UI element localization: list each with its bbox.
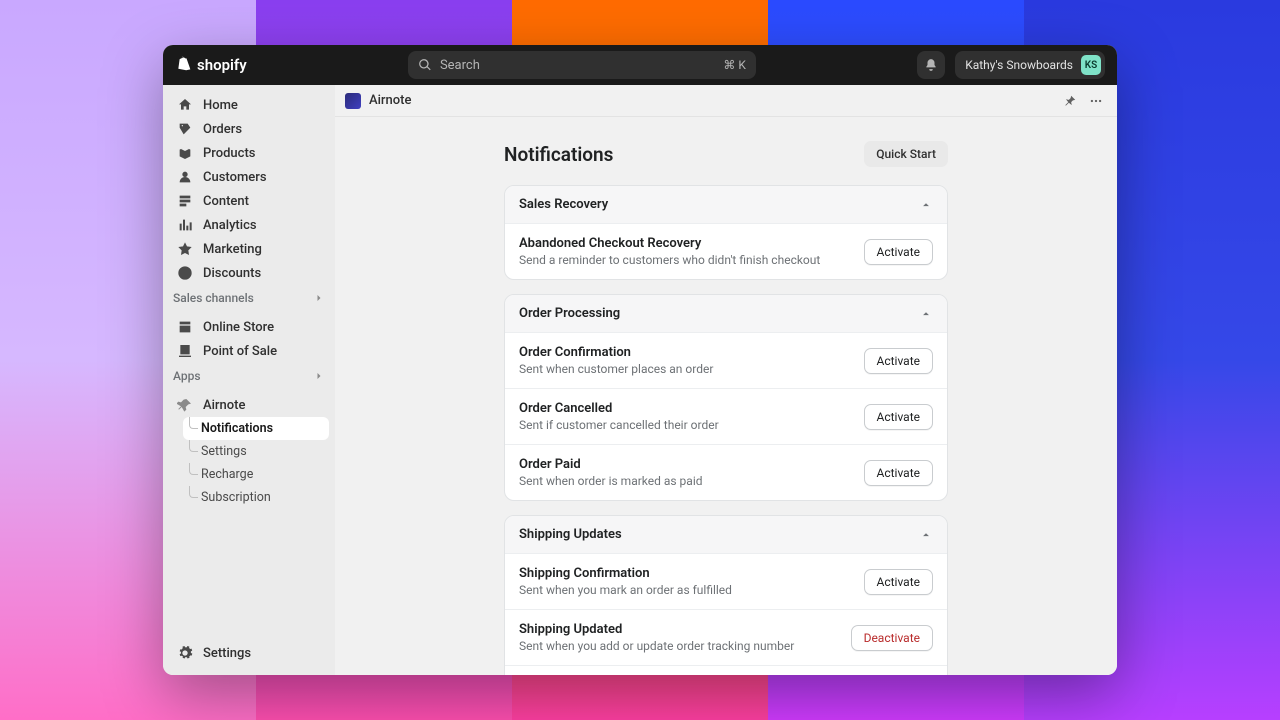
row-desc: Sent when order is marked as paid: [519, 474, 703, 488]
store-switcher[interactable]: Kathy's Snowboards KS: [955, 51, 1105, 79]
more-menu-button[interactable]: [1085, 90, 1107, 112]
notifications-bell[interactable]: [917, 51, 945, 79]
sidebar-item-analytics[interactable]: Analytics: [169, 213, 329, 237]
app-name: Airnote: [369, 93, 411, 108]
app-icon: [345, 93, 361, 109]
chevron-right-icon: [313, 370, 325, 382]
app-window: shopify Search ⌘ K Kathy's Snowboards KS…: [163, 45, 1117, 675]
topbar: shopify Search ⌘ K Kathy's Snowboards KS: [163, 45, 1117, 85]
row-desc: Send a reminder to customers who didn't …: [519, 253, 820, 267]
nav-icon: [177, 121, 193, 137]
row-desc: Sent when you add or update order tracki…: [519, 639, 794, 653]
dots-horizontal-icon: [1089, 94, 1103, 108]
nav-icon: [177, 217, 193, 233]
sidebar-channel-online-store[interactable]: Online Store: [169, 315, 329, 339]
section-header[interactable]: Sales Recovery: [505, 186, 947, 223]
section-sales-recovery: Sales Recovery Abandoned Checkout Recove…: [504, 185, 948, 280]
nav-icon: [177, 265, 193, 281]
notification-row: Order Paid Sent when order is marked as …: [505, 444, 947, 500]
row-title: Order Cancelled: [519, 401, 719, 416]
row-title: Order Confirmation: [519, 345, 713, 360]
row-title: Shipping Confirmation: [519, 566, 732, 581]
sidebar: HomeOrdersProductsCustomersContentAnalyt…: [163, 85, 335, 675]
section-shipping-updates: Shipping Updates Shipping Confirmation S…: [504, 515, 948, 675]
sidebar-item-products[interactable]: Products: [169, 141, 329, 165]
chevron-up-icon: [919, 198, 933, 212]
row-title: Abandoned Checkout Recovery: [519, 236, 820, 251]
search-placeholder: Search: [440, 58, 480, 73]
chevron-up-icon: [919, 528, 933, 542]
section-header[interactable]: Shipping Updates: [505, 516, 947, 553]
search-icon: [418, 58, 432, 72]
activate-button[interactable]: Activate: [864, 239, 934, 265]
activate-button[interactable]: Activate: [864, 460, 934, 486]
notification-row: Abandoned Checkout Recovery Send a remin…: [505, 223, 947, 279]
nav-icon: [177, 193, 193, 209]
row-title: Shipping Updated: [519, 622, 794, 637]
subnav-subscription[interactable]: Subscription: [183, 486, 329, 509]
quick-start-button[interactable]: Quick Start: [864, 141, 948, 167]
notification-row: Order Cancelled Sent if customer cancell…: [505, 388, 947, 444]
deactivate-button[interactable]: Deactivate: [851, 625, 933, 651]
notification-row: Order Confirmation Sent when customer pl…: [505, 332, 947, 388]
sidebar-settings[interactable]: Settings: [169, 641, 329, 665]
activate-button[interactable]: Activate: [864, 569, 934, 595]
sidebar-item-content[interactable]: Content: [169, 189, 329, 213]
bell-icon: [924, 58, 938, 72]
section-header[interactable]: Order Processing: [505, 295, 947, 332]
nav-icon: [177, 169, 193, 185]
main-area: Airnote Notifications Quick Start: [335, 85, 1117, 675]
search-shortcut: ⌘ K: [723, 58, 746, 72]
channel-icon: [177, 319, 193, 335]
activate-button[interactable]: Activate: [864, 404, 934, 430]
row-desc: Sent when you mark an order as fulfilled: [519, 583, 732, 597]
section-order-processing: Order Processing Order Confirmation Sent…: [504, 294, 948, 501]
channel-icon: [177, 343, 193, 359]
nav-icon: [177, 97, 193, 113]
subnav-settings[interactable]: Settings: [183, 440, 329, 463]
nav-icon: [177, 241, 193, 257]
sidebar-item-home[interactable]: Home: [169, 93, 329, 117]
sidebar-app-airnote[interactable]: Airnote: [169, 393, 329, 417]
apps-header[interactable]: Apps: [163, 367, 335, 385]
sidebar-item-customers[interactable]: Customers: [169, 165, 329, 189]
activate-button[interactable]: Activate: [864, 348, 934, 374]
pin-icon: [177, 397, 193, 413]
chevron-right-icon: [313, 292, 325, 304]
pin-app-button[interactable]: [1059, 90, 1081, 112]
subnav-recharge[interactable]: Recharge: [183, 463, 329, 486]
notification-row: Shipping Updated Sent when you add or up…: [505, 609, 947, 665]
sidebar-item-marketing[interactable]: Marketing: [169, 237, 329, 261]
search-input[interactable]: Search ⌘ K: [408, 51, 756, 79]
nav-icon: [177, 145, 193, 161]
row-title: Order Paid: [519, 457, 703, 472]
row-desc: Sent when customer places an order: [519, 362, 713, 376]
avatar: KS: [1081, 55, 1101, 75]
sidebar-item-discounts[interactable]: Discounts: [169, 261, 329, 285]
page-title: Notifications: [504, 143, 613, 166]
chevron-up-icon: [919, 307, 933, 321]
app-header: Airnote: [335, 85, 1117, 117]
row-desc: Sent if customer cancelled their order: [519, 418, 719, 432]
notification-row: Shipping Confirmation Sent when you mark…: [505, 553, 947, 609]
sidebar-channel-point-of-sale[interactable]: Point of Sale: [169, 339, 329, 363]
sidebar-item-orders[interactable]: Orders: [169, 117, 329, 141]
gear-icon: [177, 645, 193, 661]
store-name: Kathy's Snowboards: [965, 58, 1073, 72]
pin-icon: [1063, 94, 1077, 108]
notification-row: Shipment Delivered Sent when order is de…: [505, 665, 947, 675]
shopify-icon: [175, 56, 193, 74]
brand-logo[interactable]: shopify: [175, 56, 247, 74]
subnav-notifications[interactable]: Notifications: [183, 417, 329, 440]
sales-channels-header[interactable]: Sales channels: [163, 289, 335, 307]
brand-name: shopify: [197, 56, 247, 74]
